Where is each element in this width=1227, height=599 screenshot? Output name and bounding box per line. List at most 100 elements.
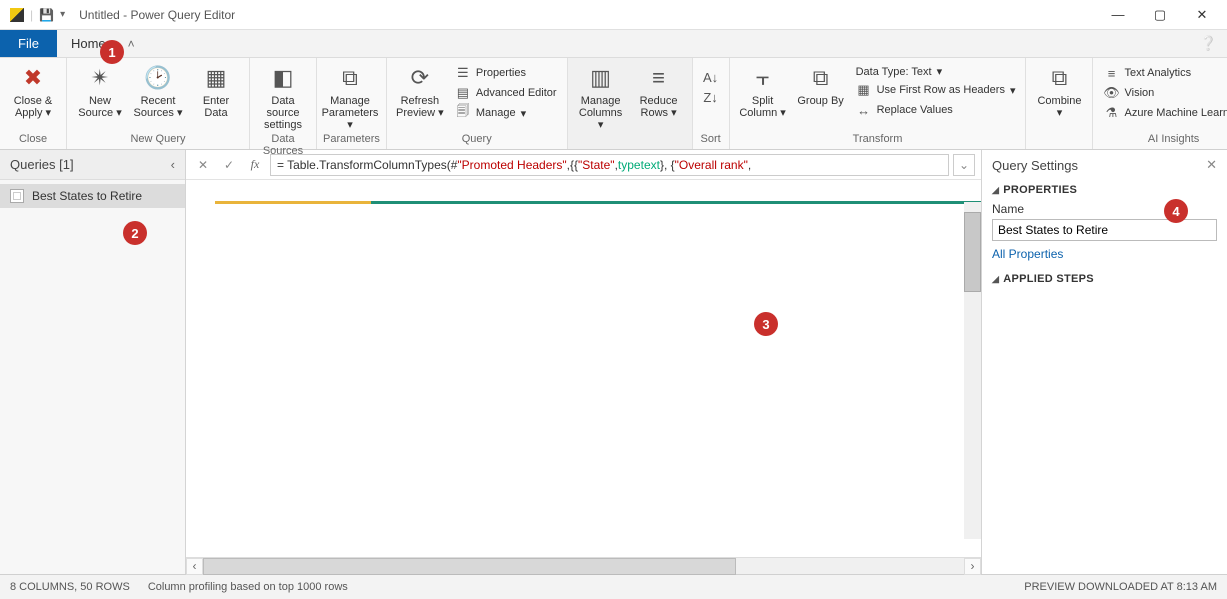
recent-sources-icon: 🕑 <box>144 64 172 92</box>
scroll-right-icon[interactable]: › <box>964 558 981 575</box>
center-area: ✕ ✓ fx = Table.TransformColumnTypes(#"Pr… <box>186 150 982 574</box>
close-apply-icon: ✖ <box>19 64 47 92</box>
group-label-close: Close <box>6 133 60 149</box>
azure-ml-icon: ⚗ <box>1103 105 1119 121</box>
combine-button[interactable]: ⧉Combine ▾ <box>1032 60 1086 119</box>
annotation-badge-2: 2 <box>123 221 147 245</box>
new-source-button[interactable]: ✴New Source ▾ <box>73 60 127 119</box>
applied-steps-title[interactable]: ◢APPLIED STEPS <box>992 273 1217 285</box>
group-label-managecols <box>574 133 686 149</box>
first-row-headers-button[interactable]: ▦Use First Row as Headers ▾ <box>852 81 1020 99</box>
app-logo-icon <box>10 8 24 22</box>
reduce-rows-button[interactable]: ≡Reduce Rows ▾ <box>632 60 686 119</box>
group-label-sort: Sort <box>699 133 723 149</box>
divider: | <box>30 8 33 22</box>
maximize-button[interactable]: ▢ <box>1139 0 1181 30</box>
commit-formula-icon[interactable]: ✓ <box>218 154 240 176</box>
refresh-icon: ⟳ <box>406 64 434 92</box>
new-source-icon: ✴ <box>86 64 114 92</box>
advanced-editor-button[interactable]: ▤Advanced Editor <box>451 84 561 102</box>
query-name-input[interactable] <box>992 219 1217 241</box>
status-columns-rows: 8 COLUMNS, 50 ROWS <box>10 581 130 593</box>
manage-query-button[interactable]: 🗐Manage ▾ <box>451 104 561 122</box>
table-wrap <box>186 180 981 557</box>
minimize-button[interactable]: — <box>1097 0 1139 30</box>
advanced-editor-icon: ▤ <box>455 85 471 101</box>
formula-dropdown-icon[interactable]: ⌄ <box>953 154 975 176</box>
menu-bar: File Home ˄ ❔ <box>0 30 1227 58</box>
table-icon <box>10 189 24 203</box>
status-preview-time: PREVIEW DOWNLOADED AT 8:13 AM <box>1024 581 1217 593</box>
group-label-combine <box>1032 133 1086 149</box>
formula-bar: ✕ ✓ fx = Table.TransformColumnTypes(#"Pr… <box>186 150 981 180</box>
text-analytics-button[interactable]: ≡Text Analytics <box>1099 64 1227 82</box>
data-source-settings-button[interactable]: ◧Data source settings <box>256 60 310 131</box>
azure-ml-button[interactable]: ⚗Azure Machine Learning <box>1099 104 1227 122</box>
sort-asc-icon: A↓ <box>703 69 719 85</box>
manage-columns-button[interactable]: ▥Manage Columns ▾ <box>574 60 628 131</box>
title-bar: | 💾 ▾ Untitled - Power Query Editor — ▢ … <box>0 0 1227 30</box>
sort-asc-button[interactable]: A↓ <box>699 68 723 86</box>
split-column-icon: ⫟ <box>749 64 777 92</box>
first-row-headers-icon: ▦ <box>856 82 872 98</box>
group-label-ai: AI Insights <box>1099 133 1227 149</box>
vision-button[interactable]: 👁Vision <box>1099 84 1227 102</box>
queries-pane: Queries [1] ‹ Best States to Retire <box>0 150 186 574</box>
horizontal-scrollbar[interactable]: ‹ › <box>186 557 981 574</box>
refresh-preview-button[interactable]: ⟳Refresh Preview ▾ <box>393 60 447 119</box>
enter-data-icon: ▦ <box>202 64 230 92</box>
ribbon: ✖ Close & Apply ▾ Close ✴New Source ▾ 🕑R… <box>0 58 1227 150</box>
split-column-button[interactable]: ⫟Split Column ▾ <box>736 60 790 119</box>
group-label-datasources: Data Sources <box>256 133 310 149</box>
status-bar: 8 COLUMNS, 50 ROWS Column profiling base… <box>0 574 1227 599</box>
manage-icon: 🗐 <box>455 105 471 121</box>
cancel-formula-icon[interactable]: ✕ <box>192 154 214 176</box>
formula-input[interactable]: = Table.TransformColumnTypes(#"Promoted … <box>270 154 949 176</box>
group-label-newquery: New Query <box>73 133 243 149</box>
close-button[interactable]: ✕ <box>1181 0 1223 30</box>
save-icon[interactable]: 💾 <box>39 8 54 22</box>
query-item-label: Best States to Retire <box>32 189 142 203</box>
sort-desc-icon: Z↓ <box>703 89 719 105</box>
qat-dropdown[interactable]: ▾ <box>60 9 65 20</box>
replace-values-button[interactable]: ↔Replace Values <box>852 101 1020 119</box>
settings-header: Query Settings ✕ <box>982 150 1227 180</box>
combine-icon: ⧉ <box>1045 64 1073 92</box>
file-menu[interactable]: File <box>0 30 57 57</box>
queries-header: Queries [1] ‹ <box>0 150 185 180</box>
manage-parameters-icon: ⧉ <box>336 64 364 92</box>
text-analytics-icon: ≡ <box>1103 65 1119 81</box>
vision-icon: 👁 <box>1103 85 1119 101</box>
data-source-settings-icon: ◧ <box>269 64 297 92</box>
collapse-queries-icon[interactable]: ‹ <box>171 157 175 172</box>
annotation-badge-4: 4 <box>1164 199 1188 223</box>
query-settings-pane: Query Settings ✕ ◢PROPERTIES Name All Pr… <box>982 150 1227 574</box>
manage-parameters-button[interactable]: ⧉Manage Parameters ▾ <box>323 60 377 131</box>
enter-data-button[interactable]: ▦Enter Data <box>189 60 243 119</box>
column-underline <box>215 201 981 204</box>
group-label-parameters: Parameters <box>323 133 380 149</box>
main-area: Queries [1] ‹ Best States to Retire ✕ ✓ … <box>0 150 1227 574</box>
annotation-badge-3: 3 <box>754 312 778 336</box>
help-icon[interactable]: ❔ <box>1190 30 1227 57</box>
sort-desc-button[interactable]: Z↓ <box>699 88 723 106</box>
properties-section-title[interactable]: ◢PROPERTIES <box>992 184 1217 196</box>
recent-sources-button[interactable]: 🕑Recent Sources ▾ <box>131 60 185 119</box>
data-type-button[interactable]: Data Type: Text ▾ <box>852 64 1020 79</box>
window-title: Untitled - Power Query Editor <box>79 8 235 22</box>
manage-columns-icon: ▥ <box>587 64 615 92</box>
properties-button[interactable]: ☰Properties <box>451 64 561 82</box>
fx-icon[interactable]: fx <box>244 154 266 176</box>
group-by-button[interactable]: ⧉Group By <box>794 60 848 107</box>
group-label-transform: Transform <box>736 133 1020 149</box>
scroll-left-icon[interactable]: ‹ <box>186 558 203 575</box>
properties-icon: ☰ <box>455 65 471 81</box>
close-apply-button[interactable]: ✖ Close & Apply ▾ <box>6 60 60 119</box>
all-properties-link[interactable]: All Properties <box>992 247 1063 261</box>
replace-values-icon: ↔ <box>856 102 872 118</box>
reduce-rows-icon: ≡ <box>645 64 673 92</box>
query-item[interactable]: Best States to Retire <box>0 184 185 208</box>
close-settings-icon[interactable]: ✕ <box>1206 157 1217 173</box>
vertical-scrollbar[interactable] <box>964 202 981 539</box>
status-profiling: Column profiling based on top 1000 rows <box>148 581 348 593</box>
